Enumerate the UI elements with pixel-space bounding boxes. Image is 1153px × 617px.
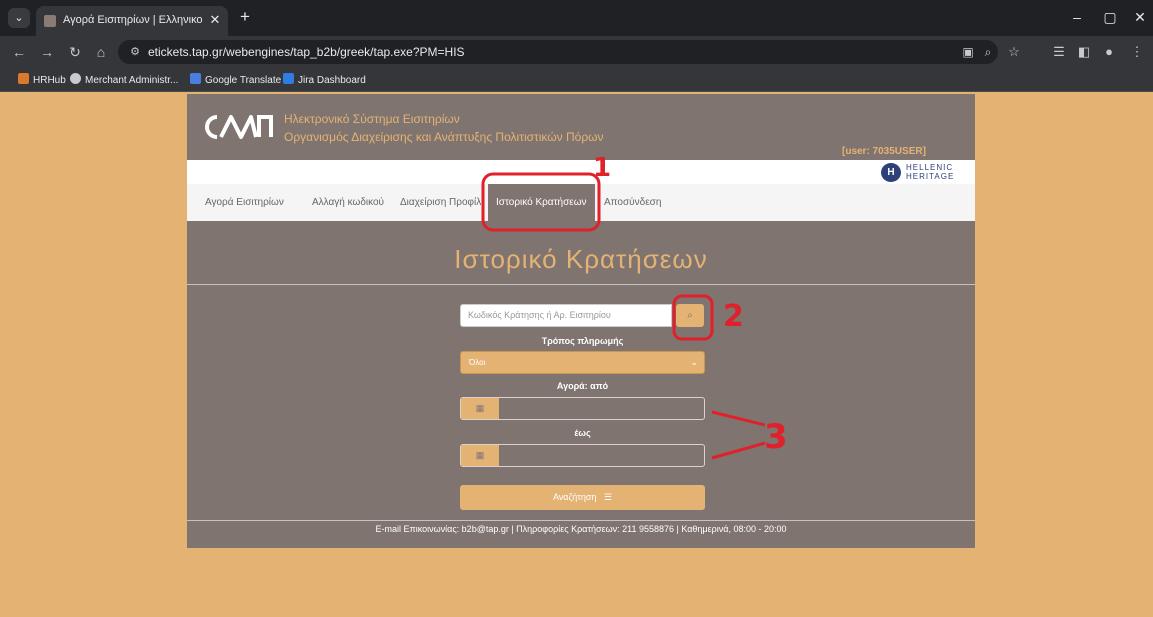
annotation-overlay: 1 2 3 bbox=[481, 153, 788, 460]
annotation-arrows-3 bbox=[711, 410, 766, 460]
annotation-number-2: 2 bbox=[723, 299, 744, 334]
annotation-number-1: 1 bbox=[593, 153, 611, 183]
annotation-circle-2 bbox=[672, 294, 714, 341]
annotation-number-3: 3 bbox=[764, 417, 788, 457]
annotation-circle-1 bbox=[481, 172, 601, 232]
